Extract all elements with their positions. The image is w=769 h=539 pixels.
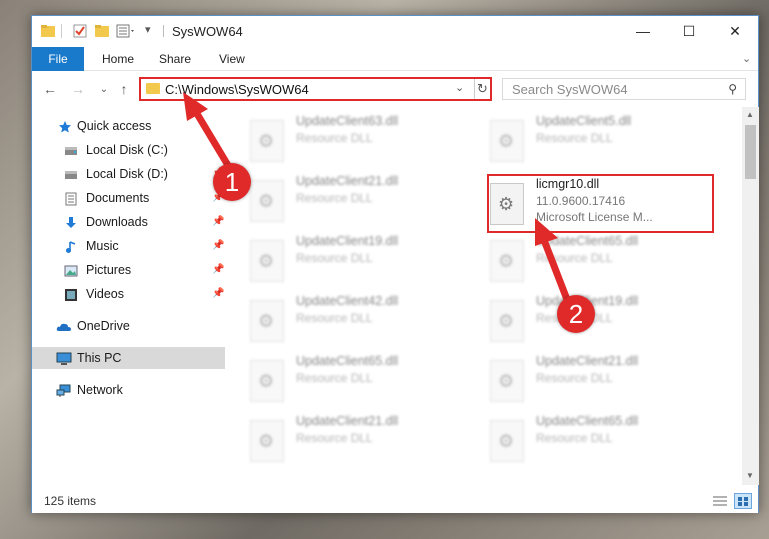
- step-2-badge: 2: [557, 295, 595, 333]
- arrow-1: [183, 92, 236, 176]
- step-1-badge: 1: [213, 163, 251, 201]
- annotation-arrows: [183, 92, 572, 306]
- arrow-2: [535, 218, 572, 306]
